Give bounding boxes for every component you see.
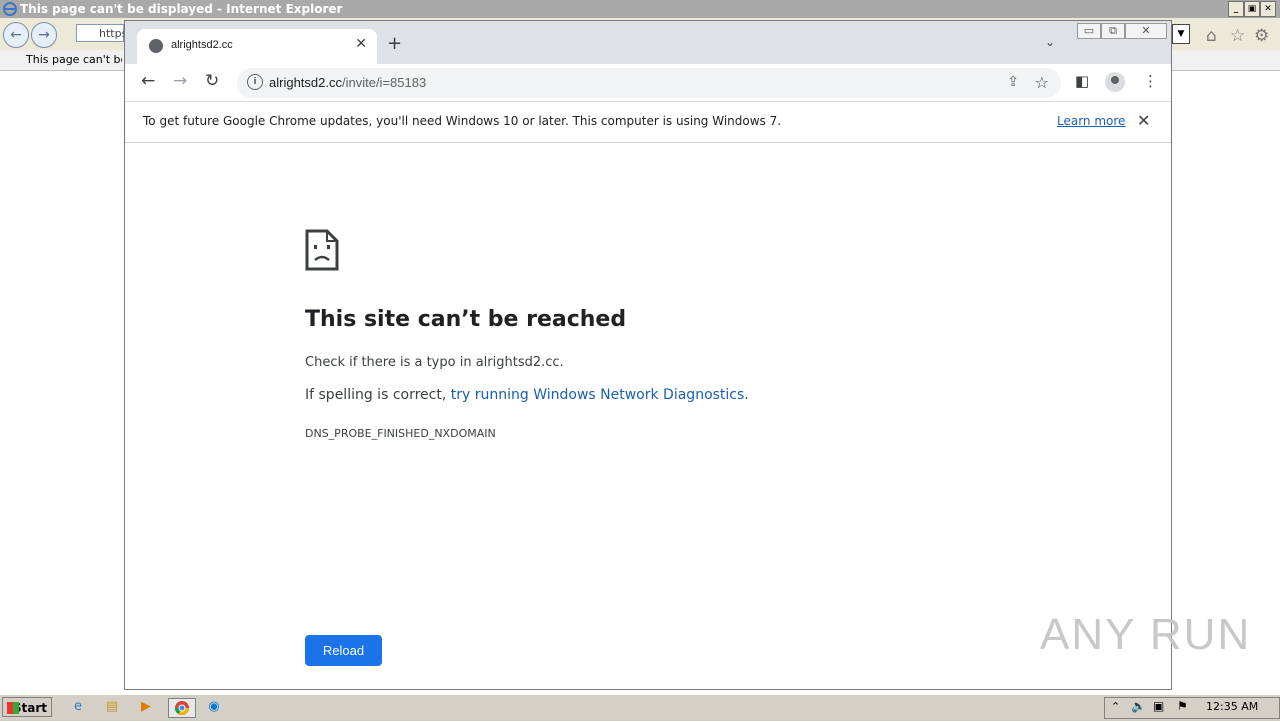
tab-search-icon[interactable]: ⌄: [1045, 35, 1055, 49]
volume-icon[interactable]: 🔈: [1131, 699, 1146, 713]
chrome-tab[interactable]: alrightsd2.cc ✕: [137, 29, 377, 64]
learn-more-link[interactable]: Learn more: [1057, 114, 1125, 128]
ie-address-dropdown-icon[interactable]: ▼: [1172, 24, 1190, 44]
taskbar-clock[interactable]: 12:35 AM: [1206, 700, 1258, 713]
chrome-menu-icon[interactable]: ⋮: [1143, 72, 1158, 90]
forward-icon[interactable]: →: [173, 71, 187, 91]
chrome-taskbar-icon[interactable]: [168, 698, 196, 718]
chrome-window: alrightsd2.cc ✕ + ⌄ ▭ ⧉ ✕ ← → ↻ i alrigh…: [124, 20, 1172, 690]
side-panel-icon[interactable]: ◧: [1075, 72, 1089, 90]
url-host: alrightsd2.cc: [269, 75, 342, 90]
error-headline: This site can’t be reached: [305, 307, 627, 332]
chrome-tabstrip: alrightsd2.cc ✕ + ⌄ ▭ ⧉ ✕: [125, 21, 1171, 64]
ie-back-button[interactable]: ←: [3, 22, 29, 48]
url-text[interactable]: alrightsd2.cc/invite/i=85183: [269, 75, 426, 90]
chrome-close-button[interactable]: ✕: [1125, 23, 1167, 39]
spelling-prefix: If spelling is correct,: [305, 387, 451, 403]
ie-close-button[interactable]: ✕: [1260, 1, 1276, 17]
typo-hint: Check if there is a typo in alrightsd2.c…: [305, 355, 564, 370]
spelling-suffix: .: [744, 387, 749, 403]
infobar-close-icon[interactable]: ✕: [1137, 111, 1150, 130]
new-tab-button[interactable]: +: [387, 33, 402, 54]
ie-titlebar: This page can't be displayed - Internet …: [0, 0, 1280, 18]
ie-restore-button[interactable]: ▣: [1244, 1, 1260, 17]
bookmark-star-icon[interactable]: ☆: [1035, 73, 1049, 92]
media-player-icon[interactable]: ▶: [136, 698, 156, 716]
back-icon[interactable]: ←: [141, 71, 155, 91]
ie-tab[interactable]: This page can't be d: [4, 51, 122, 69]
ie-address-bar[interactable]: https:: [76, 24, 131, 42]
taskbar: Start e ▤ ▶ ◉ ⌃ 🔈 ▣ ⚑ 12:35 AM: [0, 694, 1280, 721]
url-path: /invite/i=85183: [341, 75, 427, 90]
share-icon[interactable]: ⇪: [1007, 74, 1019, 90]
start-button[interactable]: Start: [2, 697, 52, 717]
reload-icon[interactable]: ↻: [205, 71, 219, 91]
spelling-hint: If spelling is correct, try running Wind…: [305, 387, 749, 403]
ie-window-title: This page can't be displayed - Internet …: [20, 2, 343, 16]
update-infobar: To get future Google Chrome updates, you…: [125, 102, 1171, 143]
ie-minimize-button[interactable]: _: [1228, 1, 1244, 17]
reload-button[interactable]: Reload: [305, 635, 382, 666]
ie-taskbar-icon[interactable]: e: [68, 698, 88, 716]
ie-logo-icon: [3, 2, 17, 19]
ie-forward-button[interactable]: →: [31, 22, 57, 48]
home-icon[interactable]: ⌂: [1206, 26, 1217, 46]
globe-icon: [149, 39, 163, 53]
tab-title: alrightsd2.cc: [171, 39, 233, 51]
edge-taskbar-icon[interactable]: ◉: [204, 698, 224, 716]
network-diagnostics-link[interactable]: try running Windows Network Diagnostics: [451, 387, 745, 403]
anyrun-watermark: ANY RUN: [1040, 610, 1252, 659]
site-info-icon[interactable]: i: [247, 74, 263, 90]
action-center-flag-icon[interactable]: ⚑: [1177, 699, 1188, 713]
infobar-message: To get future Google Chrome updates, you…: [143, 114, 782, 128]
tab-close-icon[interactable]: ✕: [355, 36, 367, 52]
chrome-minimize-button[interactable]: ▭: [1077, 23, 1101, 39]
error-page: This site can’t be reached Check if ther…: [125, 143, 1171, 689]
sad-page-icon: [305, 229, 339, 271]
windows-flag-icon: [7, 702, 19, 714]
network-icon[interactable]: ▣: [1153, 699, 1164, 713]
profile-avatar-icon[interactable]: [1105, 72, 1125, 92]
omnibox[interactable]: i alrightsd2.cc/invite/i=85183 ⇪ ☆: [237, 68, 1061, 98]
chrome-restore-button[interactable]: ⧉: [1101, 23, 1125, 39]
settings-gear-icon[interactable]: ⚙: [1254, 26, 1269, 46]
favorites-star-icon[interactable]: ☆: [1230, 26, 1245, 46]
error-code: DNS_PROBE_FINISHED_NXDOMAIN: [305, 427, 496, 440]
show-hidden-icons-icon[interactable]: ⌃: [1111, 700, 1120, 713]
explorer-folder-icon[interactable]: ▤: [102, 698, 122, 716]
chrome-toolbar: ← → ↻ i alrightsd2.cc/invite/i=85183 ⇪ ☆…: [125, 64, 1171, 102]
